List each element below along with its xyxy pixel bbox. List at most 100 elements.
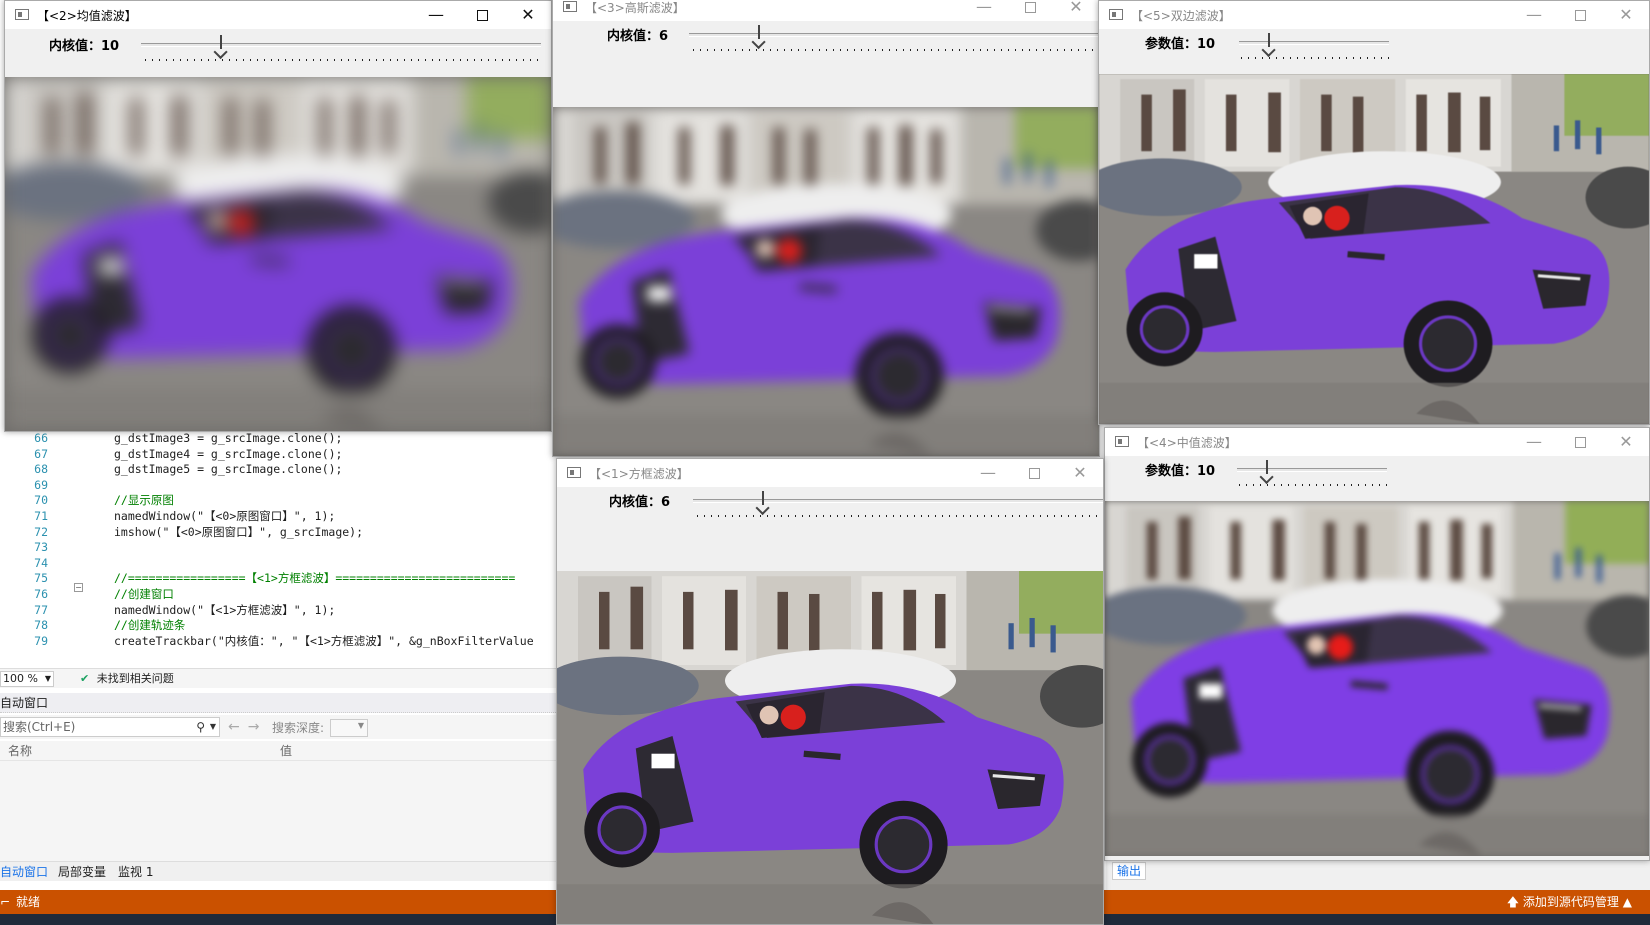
trackbar-track[interactable] <box>141 43 541 47</box>
trackbar-thumb[interactable] <box>1262 460 1273 480</box>
autos-search-input[interactable]: 搜索(Ctrl+E) ⚲ ▼ <box>0 717 220 737</box>
search-icon[interactable]: ⚲ <box>196 718 205 736</box>
titlebar[interactable]: 【<3>高斯滤波】 — ✕ <box>553 0 1099 21</box>
code-line[interactable]: 76 //创建窗口 <box>0 586 560 602</box>
maximize-button[interactable] <box>1007 0 1053 21</box>
window-mean-filter[interactable]: 【<2>均值滤波】 — ✕ 内核值：10 <box>4 0 552 432</box>
tab-autos[interactable]: 自动窗口 <box>0 862 48 882</box>
window-bilateral-filter[interactable]: 【<5>双边滤波】 — ✕ 参数值：10 <box>1098 0 1650 425</box>
trackbar-track[interactable] <box>689 33 1099 37</box>
window-title: 【<4>中值滤波】 <box>1137 436 1237 450</box>
param-label: 内核值： <box>607 29 660 44</box>
line-number: 71 <box>34 509 48 523</box>
trackbar-track[interactable] <box>1237 468 1387 472</box>
trackbar-thumb[interactable] <box>754 25 765 45</box>
filtered-image <box>1105 501 1649 856</box>
search-depth-label: 搜索深度: <box>272 721 325 735</box>
gaussian-filtered-car-image <box>553 107 1099 456</box>
close-button[interactable]: ✕ <box>1053 0 1099 21</box>
chevron-down-icon: ▼ <box>44 674 51 683</box>
tab-output[interactable]: 输出 <box>1112 862 1147 880</box>
line-number: 77 <box>34 602 48 617</box>
line-number: 66 <box>34 431 48 445</box>
trackbar-ticks <box>1241 53 1389 59</box>
code-line[interactable]: 73 <box>0 539 560 555</box>
line-number: 70 <box>34 493 48 508</box>
window-icon <box>563 1 577 12</box>
line-number: 68 <box>34 462 48 477</box>
minimize-button[interactable]: — <box>965 459 1011 487</box>
minimize-button[interactable]: — <box>961 0 1007 21</box>
code-line[interactable]: 70 //显示原图 <box>0 492 560 508</box>
code-line[interactable]: 74 <box>0 555 560 571</box>
close-button[interactable]: ✕ <box>505 1 551 29</box>
window-gaussian-filter[interactable]: 【<3>高斯滤波】 — ✕ 内核值：6 <box>552 0 1100 457</box>
line-number: 76 <box>34 587 48 601</box>
maximize-button[interactable] <box>1011 459 1057 487</box>
code-text: //=================【<1>方框滤波】============… <box>114 571 516 586</box>
line-number: 73 <box>34 540 48 555</box>
tab-locals[interactable]: 局部变量 <box>58 862 106 882</box>
chevron-down-icon: ▼ <box>357 721 364 730</box>
search-placeholder: 搜索(Ctrl+E) <box>3 720 76 734</box>
maximize-button[interactable] <box>459 1 505 29</box>
window-title: 【<2>均值滤波】 <box>37 9 137 23</box>
check-circle-icon: ✔ <box>80 672 90 685</box>
issues-indicator[interactable]: ✔ 未找到相关问题 <box>80 669 174 688</box>
code-line[interactable]: 78 //创建轨迹条 <box>0 617 560 633</box>
code-line[interactable]: 75 //=================【<1>方框滤波】==========… <box>0 570 560 586</box>
caret-up-icon: ▲ <box>1622 895 1632 909</box>
minimize-button[interactable]: — <box>1511 1 1557 29</box>
close-button[interactable]: ✕ <box>1057 459 1103 487</box>
param-label: 参数值： <box>1145 464 1198 479</box>
titlebar[interactable]: 【<5>双边滤波】 — ✕ <box>1099 1 1649 29</box>
window-median-filter[interactable]: 【<4>中值滤波】 — ✕ 参数值：10 <box>1104 427 1650 861</box>
column-name-header[interactable]: 名称 <box>8 741 32 761</box>
close-button[interactable]: ✕ <box>1603 1 1649 29</box>
arrow-left-icon[interactable]: ← <box>228 719 248 735</box>
arrow-right-icon[interactable]: → <box>248 719 268 735</box>
code-line[interactable]: 71 namedWindow("【<0>原图窗口】", 1); <box>0 508 560 524</box>
window-box-filter[interactable]: 【<1>方框滤波】 — ✕ 内核值：6 <box>556 458 1104 925</box>
code-line[interactable]: 66 g_dstImage3 = g_srcImage.clone(); <box>0 430 560 446</box>
trackbar-thumb[interactable] <box>216 35 227 55</box>
trackbar-track[interactable] <box>1239 41 1389 45</box>
chevron-down-icon[interactable]: ▼ <box>210 718 216 736</box>
code-line[interactable]: 67 g_dstImage4 = g_srcImage.clone(); <box>0 446 560 462</box>
fold-toggle[interactable]: − <box>74 583 83 592</box>
titlebar[interactable]: 【<2>均值滤波】 — ✕ <box>5 1 551 29</box>
titlebar[interactable]: 【<4>中值滤波】 — ✕ <box>1105 428 1649 456</box>
tab-watch-1[interactable]: 监视 1 <box>118 862 153 882</box>
code-text: //创建轨迹条 <box>114 618 186 633</box>
maximize-button[interactable] <box>1557 428 1603 456</box>
zoom-dropdown[interactable]: 100 % ▼ <box>0 671 54 687</box>
titlebar[interactable]: 【<1>方框滤波】 — ✕ <box>557 459 1103 487</box>
search-depth-dropdown[interactable]: ▼ <box>330 719 368 737</box>
code-line[interactable]: 72 imshow("【<0>原图窗口】", g_srcImage); <box>0 524 560 540</box>
code-text: imshow("【<0>原图窗口】", g_srcImage); <box>114 524 364 539</box>
trackbar-thumb[interactable] <box>758 491 769 511</box>
code-editor[interactable]: 66 g_dstImage3 = g_srcImage.clone(); 67 g_d… <box>0 430 560 668</box>
trackbar-ticks <box>1239 480 1387 486</box>
code-line[interactable]: 68 g_dstImage5 = g_srcImage.clone(); <box>0 461 560 477</box>
debug-tabs: 自动窗口 局部变量 监视 1 <box>0 861 560 881</box>
code-line[interactable]: 69 <box>0 477 560 493</box>
trackbar-thumb[interactable] <box>1264 33 1275 53</box>
close-button[interactable]: ✕ <box>1603 428 1649 456</box>
minimize-button[interactable]: — <box>413 1 459 29</box>
maximize-button[interactable] <box>1557 1 1603 29</box>
trackbar-track[interactable] <box>693 499 1103 503</box>
window-title: 【<5>双边滤波】 <box>1131 9 1231 23</box>
code-line[interactable]: 77 namedWindow("【<1>方框滤波】", 1); <box>0 602 560 618</box>
minimize-button[interactable]: — <box>1511 428 1557 456</box>
code-text: //显示原图 <box>114 493 174 508</box>
line-number: 79 <box>34 633 48 648</box>
filtered-image <box>553 107 1099 456</box>
filtered-image <box>557 571 1103 924</box>
filtered-image <box>5 77 551 431</box>
column-value-header[interactable]: 值 <box>280 741 292 761</box>
code-line[interactable]: 79 createTrackbar("内核值：", "【<1>方框滤波】", &g… <box>0 633 560 649</box>
zoom-value: 100 % <box>3 672 38 685</box>
param-label: 内核值： <box>49 39 102 54</box>
add-to-source-control[interactable]: 🡅 添加到源代码管理 ▲ <box>1507 890 1632 914</box>
